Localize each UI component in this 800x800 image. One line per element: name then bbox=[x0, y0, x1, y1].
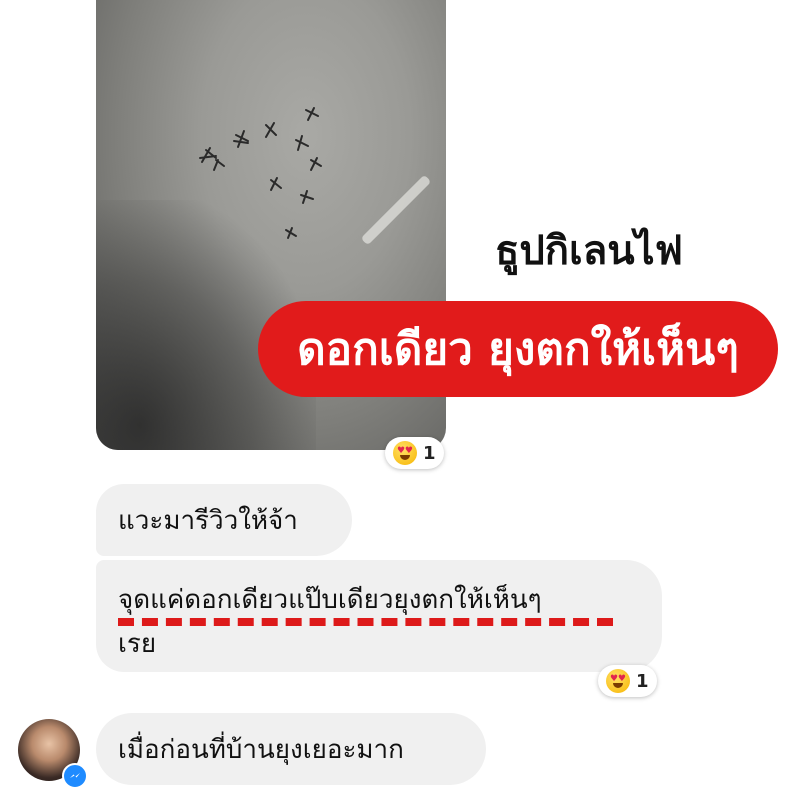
reaction-count: 1 bbox=[636, 670, 649, 692]
heart-eyes-emoji-icon: ♥ ♥ bbox=[393, 441, 417, 465]
red-dashed-underline bbox=[118, 618, 613, 626]
message-bubble[interactable]: แวะมารีวิวให้จ้า bbox=[96, 484, 352, 556]
heart-eyes-emoji-icon: ♥ ♥ bbox=[606, 669, 630, 693]
overlay-caption: ธูปกิเลนไฟ bbox=[495, 228, 683, 274]
message-text: เมื่อก่อนที่บ้านยุงเยอะมาก bbox=[118, 734, 404, 765]
overlay-banner: ดอกเดียว ยุงตกให้เห็นๆ bbox=[258, 301, 778, 397]
message-bubble[interactable]: เมื่อก่อนที่บ้านยุงเยอะมาก bbox=[96, 713, 486, 785]
message-text-line: จุดแค่ดอกเดียวแป๊บเดียวยุงตกให้เห็นๆ bbox=[118, 585, 542, 615]
reaction-badge[interactable]: ♥ ♥ 1 bbox=[385, 437, 444, 469]
message-bubble[interactable]: จุดแค่ดอกเดียวแป๊บเดียวยุงตกให้เห็นๆ เรย bbox=[96, 560, 662, 672]
message-text-line: เรย bbox=[118, 629, 157, 659]
reaction-count: 1 bbox=[423, 442, 436, 464]
messenger-icon bbox=[62, 763, 88, 789]
reaction-badge[interactable]: ♥ ♥ 1 bbox=[598, 665, 657, 697]
message-text: แวะมารีวิวให้จ้า bbox=[118, 505, 298, 536]
